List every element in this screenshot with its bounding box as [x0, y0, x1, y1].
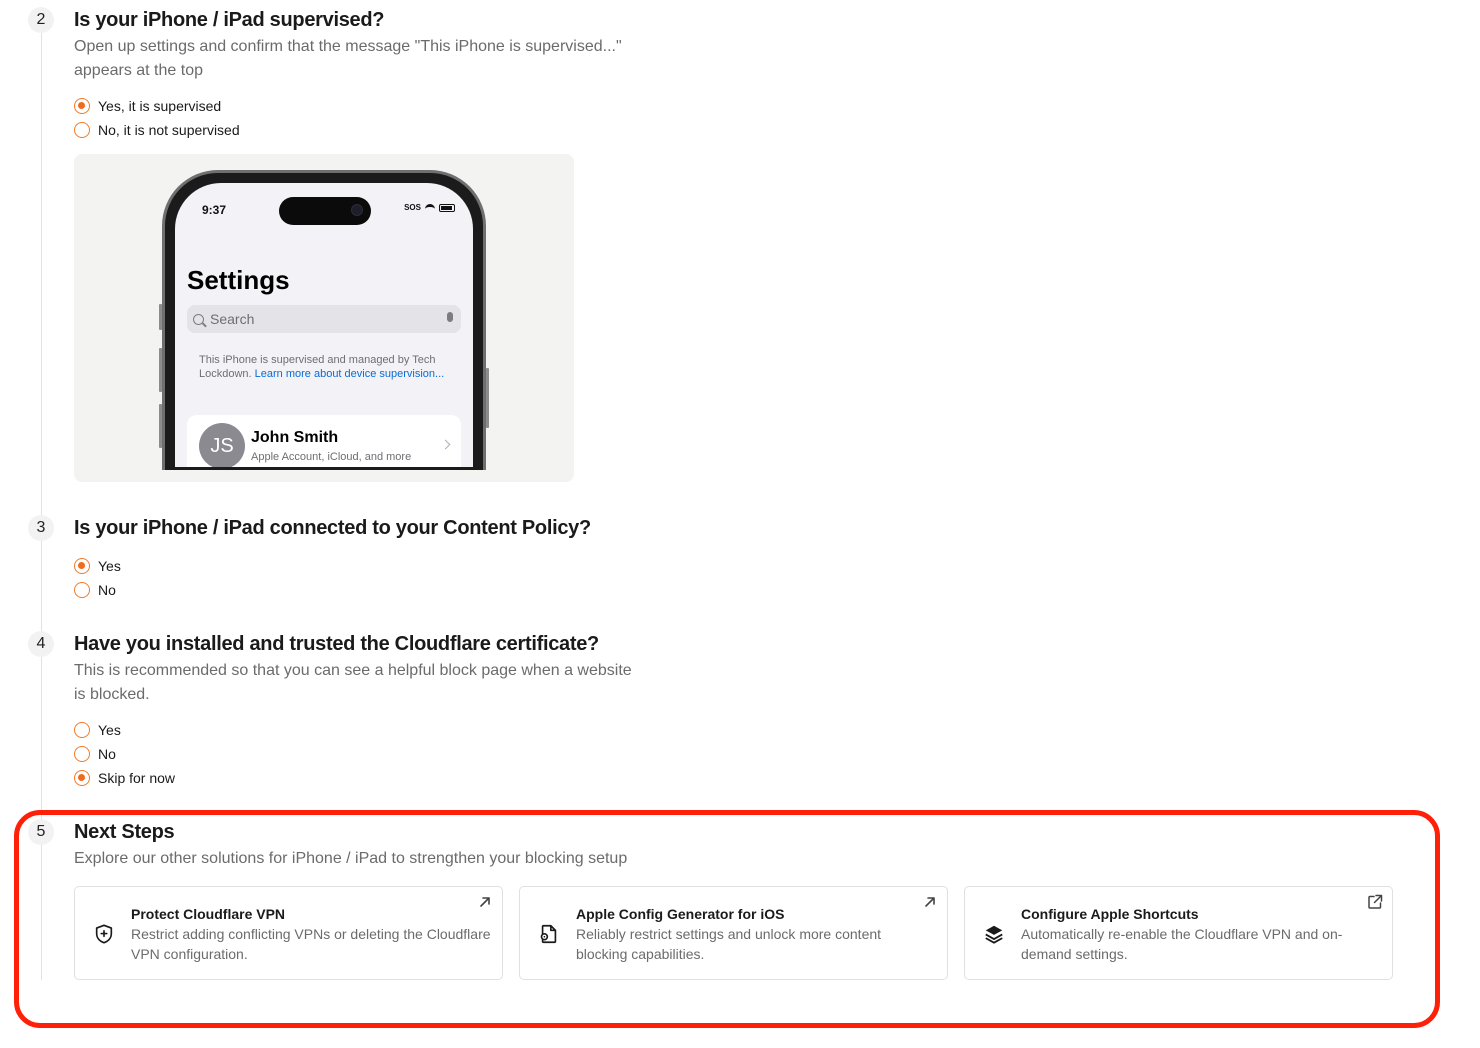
radio-label: No, it is not supervised — [98, 122, 240, 138]
radio-cert-yes[interactable]: Yes — [74, 720, 121, 740]
supervision-note: This iPhone is supervised and managed by… — [199, 353, 449, 381]
settings-title: Settings — [187, 265, 290, 295]
phone-side-button — [159, 348, 162, 392]
supervision-note-link: Learn more about device supervision... — [254, 368, 445, 380]
wifi-icon — [425, 203, 435, 212]
card-description: Automatically re-enable the Cloudflare V… — [1021, 926, 1343, 962]
radio-no-connected[interactable]: No — [74, 580, 116, 600]
chevron-right-icon — [440, 439, 451, 450]
card-title: Protect Cloudflare VPN — [131, 906, 286, 922]
radio-unchecked-icon — [74, 746, 90, 762]
card-description: Reliably restrict settings and unlock mo… — [576, 926, 882, 962]
step-title: Is your iPhone / iPad supervised? — [74, 9, 385, 31]
radio-label: No — [98, 582, 116, 598]
shield-plus-icon — [95, 924, 113, 944]
search-icon — [193, 313, 204, 325]
search-placeholder: Search — [210, 311, 255, 327]
status-indicators: SOS — [404, 203, 455, 212]
microphone-icon — [447, 312, 453, 322]
sos-label: SOS — [404, 203, 421, 212]
file-gear-icon — [540, 924, 557, 944]
phone-search-bar: Search — [187, 305, 461, 333]
radio-cert-skip[interactable]: Skip for now — [74, 768, 175, 788]
radio-checked-icon — [74, 558, 90, 574]
profile-subtitle: Apple Account, iCloud, and more — [251, 451, 412, 463]
radio-checked-icon — [74, 98, 90, 114]
step-number: 4 — [28, 631, 54, 657]
step-number: 2 — [28, 7, 54, 33]
profile-name: John Smith — [251, 429, 339, 446]
camera-icon — [351, 204, 363, 216]
supervision-illustration: 9:37 SOS Settings Search This iPhone is … — [74, 154, 574, 482]
radio-yes-supervised[interactable]: Yes, it is supervised — [74, 96, 221, 116]
radio-unchecked-icon — [74, 722, 90, 738]
radio-unchecked-icon — [74, 122, 90, 138]
step-title: Have you installed and trusted the Cloud… — [74, 633, 599, 655]
iphone-mockup: 9:37 SOS Settings Search This iPhone is … — [162, 170, 486, 470]
phone-side-button — [159, 304, 162, 330]
card-title: Configure Apple Shortcuts — [1021, 906, 1199, 922]
card-protect-cloudflare-vpn[interactable]: Protect Cloudflare VPN Restrict adding c… — [74, 886, 503, 980]
card-configure-apple-shortcuts[interactable]: Configure Apple Shortcuts Automatically … — [964, 886, 1393, 980]
step-number: 5 — [28, 819, 54, 845]
profile-row: JS John Smith Apple Account, iCloud, and… — [187, 415, 461, 467]
radio-label: Yes, it is supervised — [98, 98, 222, 114]
radio-label: No — [98, 746, 116, 762]
radio-cert-no[interactable]: No — [74, 744, 116, 764]
radio-label: Yes — [98, 558, 121, 574]
phone-screen: 9:37 SOS Settings Search This iPhone is … — [175, 183, 473, 467]
battery-icon — [439, 203, 455, 212]
step-description: This is recommended so that you can see … — [74, 662, 632, 703]
radio-label: Yes — [98, 722, 121, 738]
dynamic-island — [279, 197, 371, 225]
radio-checked-icon — [74, 770, 90, 786]
card-apple-config-generator[interactable]: Apple Config Generator for iOS Reliably … — [519, 886, 948, 980]
external-link-icon — [1368, 894, 1383, 909]
radio-yes-connected[interactable]: Yes — [74, 556, 121, 576]
layers-icon — [985, 925, 1003, 944]
step-number: 3 — [28, 515, 54, 541]
avatar: JS — [199, 423, 245, 467]
card-description: Restrict adding conflicting VPNs or dele… — [131, 926, 491, 962]
step-description: Explore our other solutions for iPhone /… — [74, 850, 628, 867]
radio-unchecked-icon — [74, 582, 90, 598]
phone-side-button — [486, 368, 489, 428]
step-title: Next Steps — [74, 821, 175, 843]
card-title: Apple Config Generator for iOS — [576, 906, 785, 922]
step-description: Open up settings and confirm that the me… — [74, 38, 622, 79]
status-time: 9:37 — [202, 203, 227, 217]
step-title: Is your iPhone / iPad connected to your … — [74, 517, 591, 539]
arrow-up-right-icon — [480, 897, 490, 907]
radio-not-supervised[interactable]: No, it is not supervised — [74, 120, 240, 140]
phone-side-button — [159, 404, 162, 448]
radio-label: Skip for now — [98, 770, 176, 786]
arrow-up-right-icon — [925, 897, 935, 907]
